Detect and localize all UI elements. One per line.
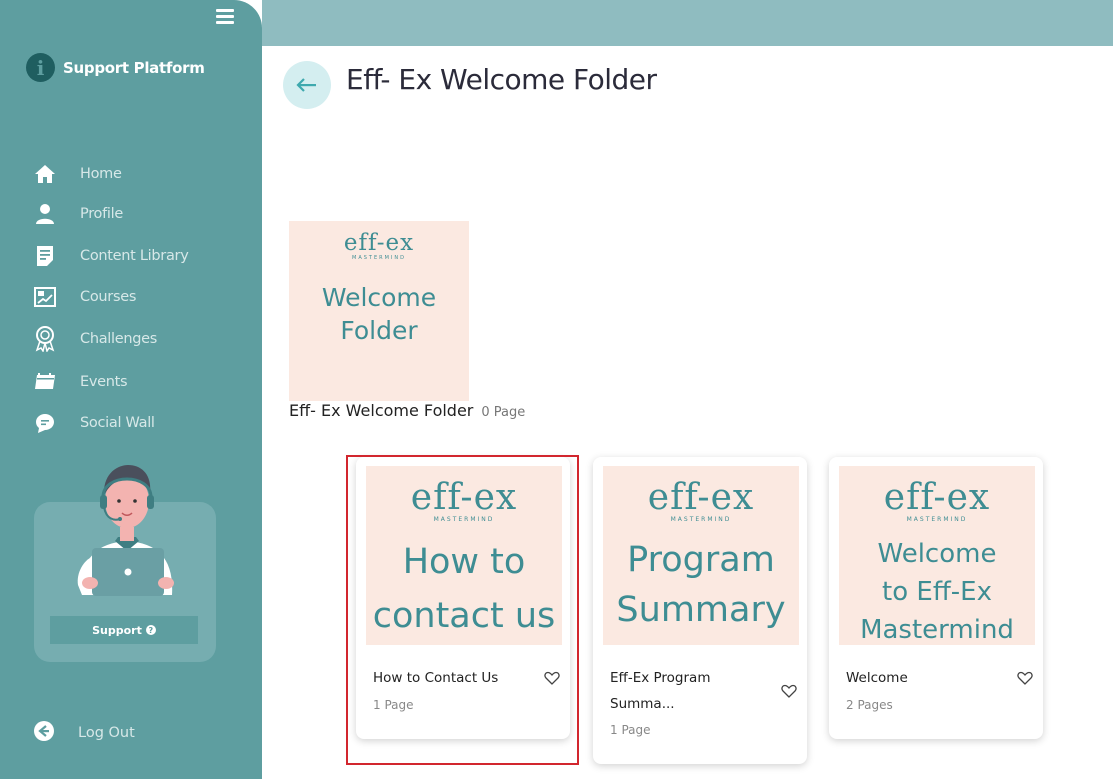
info-icon: i bbox=[26, 53, 55, 82]
content-card[interactable]: eff-ex MASTERMIND Program Summary Eff-Ex… bbox=[593, 457, 807, 764]
home-icon bbox=[33, 162, 57, 186]
folder-caption: Eff- Ex Welcome Folder 0 Page bbox=[289, 401, 525, 420]
card-thumb-line1: Program bbox=[627, 540, 775, 580]
sidebar-item-social-wall[interactable]: Social Wall bbox=[33, 409, 233, 437]
logo-subtitle: MASTERMIND bbox=[352, 255, 406, 261]
card-thumb-line2: to Eff-Ex bbox=[882, 577, 992, 607]
sidebar-item-events[interactable]: Events bbox=[33, 368, 233, 396]
support-agent-illustration bbox=[77, 465, 174, 596]
card-thumbnail: eff-ex MASTERMIND How to contact us bbox=[366, 466, 562, 645]
chart-board-icon bbox=[33, 285, 57, 309]
eff-ex-logo: eff-ex bbox=[647, 477, 755, 518]
chat-bubble-icon bbox=[33, 411, 57, 435]
sidebar-item-label: Events bbox=[80, 374, 128, 390]
question-icon: ? bbox=[145, 625, 156, 635]
heart-icon[interactable] bbox=[544, 670, 560, 686]
sidebar-item-challenges[interactable]: Challenges bbox=[33, 325, 233, 353]
eff-ex-logo: eff-ex bbox=[343, 230, 415, 256]
sidebar: i Support Platform Home Profile Content … bbox=[0, 0, 262, 779]
card-thumb-line1: Welcome bbox=[877, 539, 997, 569]
card-page-count: 1 Page bbox=[373, 698, 414, 712]
heart-icon[interactable] bbox=[1017, 670, 1033, 686]
sidebar-item-label: Home bbox=[80, 166, 122, 182]
logo-subtitle: MASTERMIND bbox=[433, 516, 495, 523]
page-title: Eff- Ex Welcome Folder bbox=[346, 63, 657, 96]
folder-page-count: 0 Page bbox=[481, 405, 526, 420]
back-arrow-icon bbox=[296, 78, 316, 92]
card-thumbnail: eff-ex MASTERMIND Welcome to Eff-Ex Mast… bbox=[839, 466, 1035, 645]
logo-subtitle: MASTERMIND bbox=[670, 516, 732, 523]
brand-name: Support Platform bbox=[63, 58, 205, 77]
user-icon bbox=[33, 202, 57, 226]
folder-thumb-line1: Welcome bbox=[321, 283, 437, 312]
logout-arrow-icon bbox=[33, 720, 55, 746]
card-thumb-line2: Summary bbox=[616, 590, 786, 630]
logo-subtitle: MASTERMIND bbox=[906, 516, 968, 523]
folder-name: Eff- Ex Welcome Folder bbox=[289, 401, 474, 420]
heart-icon[interactable] bbox=[781, 683, 797, 699]
top-bar bbox=[262, 0, 1113, 46]
menu-hamburger-icon[interactable] bbox=[216, 9, 234, 24]
eff-ex-logo: eff-ex bbox=[410, 477, 518, 518]
card-page-count: 1 Page bbox=[610, 723, 651, 737]
support-button[interactable]: Support ? bbox=[50, 616, 198, 644]
logout-button[interactable]: Log Out bbox=[33, 720, 135, 746]
card-thumbnail: eff-ex MASTERMIND Program Summary bbox=[603, 466, 799, 645]
sidebar-item-home[interactable]: Home bbox=[33, 160, 233, 188]
sidebar-item-courses[interactable]: Courses bbox=[33, 283, 233, 311]
back-button[interactable] bbox=[283, 61, 331, 109]
content-card[interactable]: eff-ex MASTERMIND Welcome to Eff-Ex Mast… bbox=[829, 457, 1043, 739]
sidebar-item-label: Content Library bbox=[80, 248, 189, 264]
sidebar-item-label: Social Wall bbox=[80, 415, 155, 431]
card-page-count: 2 Pages bbox=[846, 698, 893, 712]
sidebar-item-label: Courses bbox=[80, 289, 137, 305]
card-title: Welcome bbox=[846, 670, 908, 686]
content-card[interactable]: eff-ex MASTERMIND How to contact us How … bbox=[356, 457, 570, 739]
sidebar-item-label: Profile bbox=[80, 206, 123, 222]
calendar-icon bbox=[33, 370, 57, 394]
support-label: Support bbox=[92, 623, 142, 637]
logout-label: Log Out bbox=[78, 725, 135, 741]
brand[interactable]: i Support Platform bbox=[26, 53, 205, 82]
sidebar-item-content-library[interactable]: Content Library bbox=[33, 242, 233, 270]
card-title: Eff-Ex Program Summa... bbox=[610, 670, 711, 712]
eff-ex-logo: eff-ex bbox=[883, 477, 991, 518]
sidebar-item-profile[interactable]: Profile bbox=[33, 200, 233, 228]
card-thumb-line3: Mastermind bbox=[860, 615, 1014, 645]
sidebar-item-label: Challenges bbox=[80, 331, 158, 347]
card-thumb-line2: contact us bbox=[372, 596, 556, 636]
folder-thumbnail[interactable]: eff-ex MASTERMIND Welcome Folder bbox=[289, 221, 469, 401]
card-title: How to Contact Us bbox=[373, 670, 499, 686]
folder-thumb-line2: Folder bbox=[340, 316, 418, 345]
award-icon bbox=[33, 326, 57, 352]
card-thumb-line1: How to bbox=[402, 542, 526, 582]
document-icon bbox=[33, 244, 57, 268]
